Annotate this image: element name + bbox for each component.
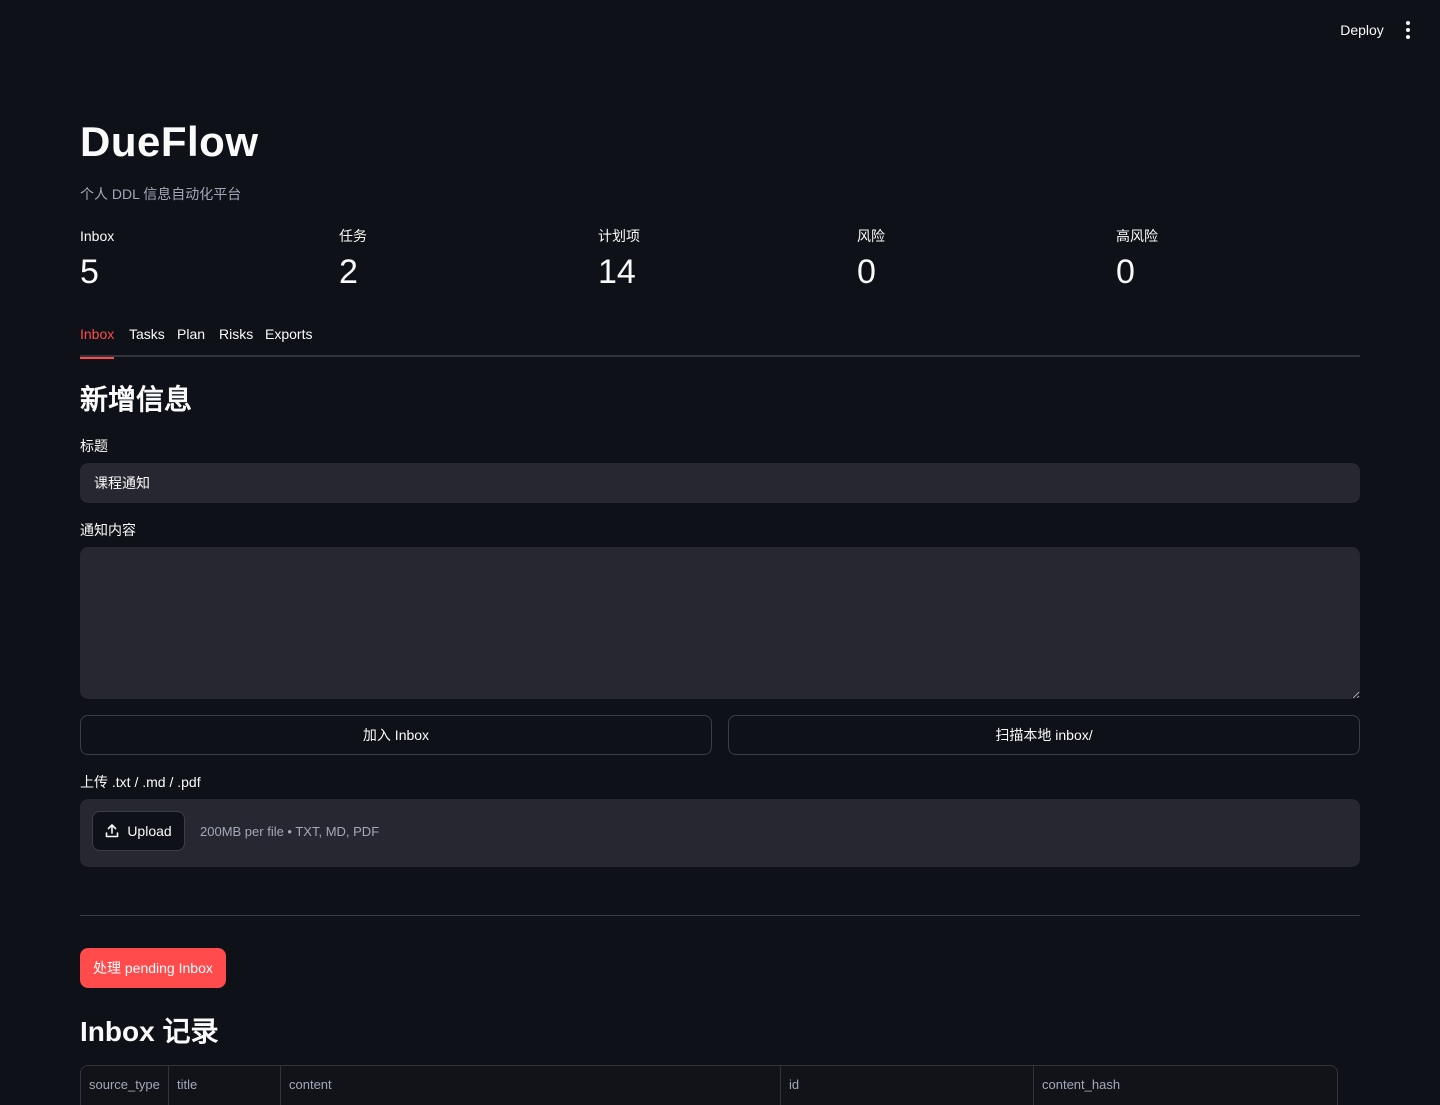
column-header-id[interactable]: id (781, 1066, 1034, 1105)
metrics-row: Inbox 5 任务 2 计划项 14 风险 0 高风险 0 (80, 226, 1360, 296)
process-pending-inbox-button[interactable]: 处理 pending Inbox (80, 948, 226, 988)
tab-risks[interactable]: Risks (219, 322, 253, 357)
metric-inbox: Inbox 5 (80, 226, 320, 294)
scan-local-inbox-button[interactable]: 扫描本地 inbox/ (728, 715, 1360, 755)
upload-button[interactable]: Upload (92, 811, 185, 851)
upload-field-label: 上传 .txt / .md / .pdf (80, 774, 201, 790)
metric-value: 0 (857, 253, 876, 291)
deploy-button[interactable]: Deploy (1330, 19, 1394, 41)
page-subtitle: 个人 DDL 信息自动化平台 (80, 186, 242, 202)
metric-plan-items: 计划项 14 (598, 226, 838, 294)
metric-high-risks: 高风险 0 (1116, 226, 1356, 294)
section-divider (80, 915, 1360, 916)
column-header-content-hash[interactable]: content_hash (1034, 1066, 1337, 1105)
column-header-content[interactable]: content (281, 1066, 781, 1105)
column-header-title[interactable]: title (169, 1066, 281, 1105)
tab-tasks[interactable]: Tasks (129, 322, 165, 357)
metric-label: 计划项 (598, 228, 640, 244)
top-toolbar: Deploy (0, 0, 1440, 60)
page-title: DueFlow (80, 118, 259, 165)
file-uploader-dropzone[interactable]: Upload 200MB per file • TXT, MD, PDF (80, 799, 1360, 867)
title-input[interactable] (80, 463, 1360, 503)
metric-tasks: 任务 2 (339, 226, 579, 294)
metric-value: 14 (598, 253, 636, 291)
content-field-label: 通知内容 (80, 522, 136, 538)
metric-label: 高风险 (1116, 228, 1158, 244)
column-header-source-type[interactable]: source_type (81, 1066, 169, 1105)
metric-label: 任务 (339, 228, 367, 244)
upload-limit-hint: 200MB per file • TXT, MD, PDF (200, 824, 380, 839)
metric-label: Inbox (80, 228, 115, 244)
add-to-inbox-button[interactable]: 加入 Inbox (80, 715, 712, 755)
inbox-records-table[interactable]: source_type title content id content_has… (80, 1065, 1338, 1105)
upload-button-label: Upload (127, 823, 172, 839)
tab-inbox[interactable]: Inbox (80, 322, 115, 359)
tab-bar: Inbox Tasks Plan Risks Exports (80, 322, 1360, 359)
section-title-inbox-records: Inbox 记录 (80, 1016, 219, 1047)
metric-value: 2 (339, 253, 358, 291)
kebab-menu-icon[interactable] (1398, 18, 1418, 42)
metric-value: 0 (1116, 253, 1135, 291)
tab-exports[interactable]: Exports (265, 322, 312, 357)
metric-label: 风险 (857, 228, 885, 244)
content-textarea[interactable] (80, 547, 1360, 699)
tab-plan[interactable]: Plan (177, 322, 205, 357)
upload-icon (105, 824, 119, 838)
metric-risks: 风险 0 (857, 226, 1097, 294)
metric-value: 5 (80, 253, 99, 291)
section-title-new-info: 新增信息 (80, 384, 193, 415)
title-field-label: 标题 (80, 438, 108, 454)
